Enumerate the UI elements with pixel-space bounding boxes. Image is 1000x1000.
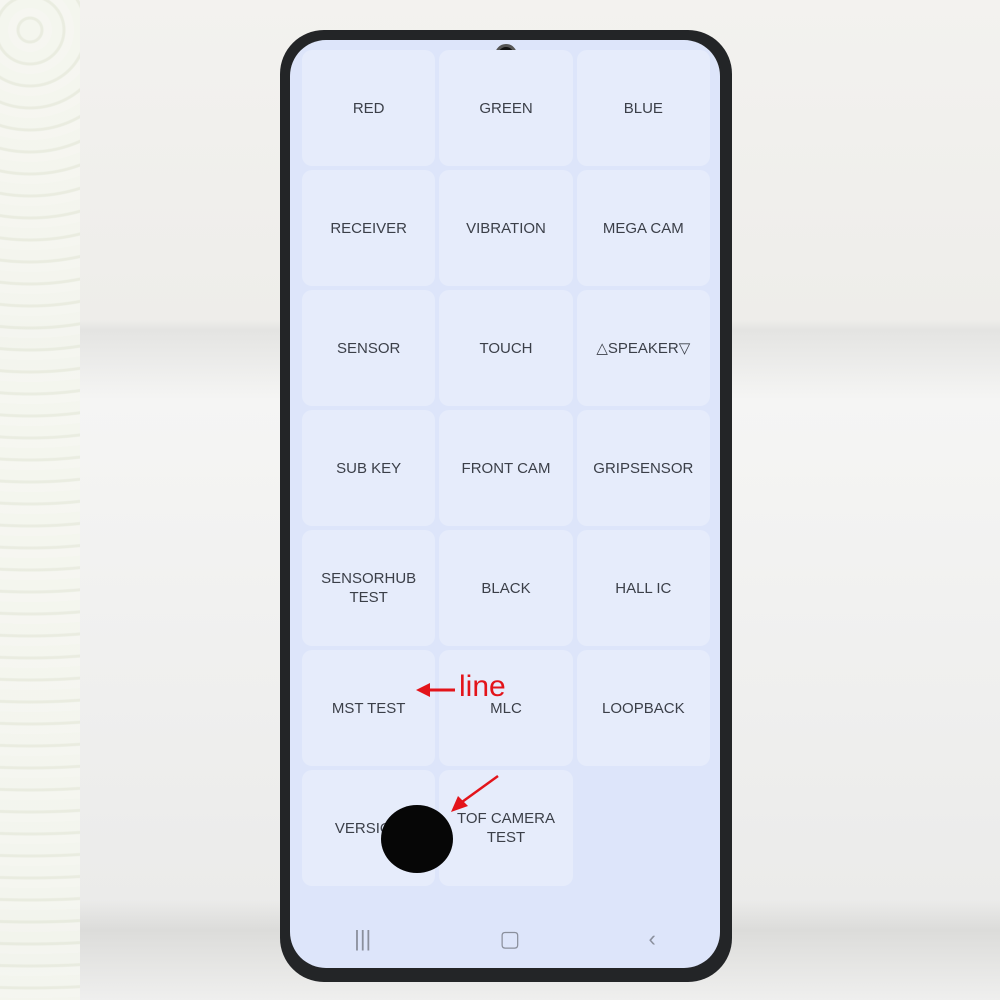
phone-screen: RED GREEN BLUE RECEIVER VIBRATION MEGA C… (290, 40, 720, 968)
test-gripsensor[interactable]: GRIPSENSOR (576, 410, 710, 526)
annotation-line-label: line (459, 670, 506, 703)
test-vibration[interactable]: VIBRATION (439, 170, 573, 286)
test-sensor[interactable]: SENSOR (302, 290, 436, 406)
test-sub-key[interactable]: SUB KEY (302, 410, 436, 526)
test-mega-cam[interactable]: MEGA CAM (576, 170, 710, 286)
test-black[interactable]: BLACK (439, 530, 573, 646)
navigation-bar: ||| ▢ ‹ (290, 924, 720, 954)
home-icon[interactable]: ▢ (500, 926, 521, 952)
test-mlc[interactable]: MLC (439, 650, 573, 766)
empty-cell (577, 770, 710, 886)
test-sensorhub[interactable]: SENSORHUB TEST (302, 530, 436, 646)
test-receiver[interactable]: RECEIVER (302, 170, 436, 286)
phone-body: RED GREEN BLUE RECEIVER VIBRATION MEGA C… (280, 30, 732, 982)
test-red[interactable]: RED (302, 50, 436, 166)
test-hall-ic[interactable]: HALL IC (576, 530, 710, 646)
back-icon[interactable]: ‹ (649, 926, 656, 952)
test-mst[interactable]: MST TEST (302, 650, 436, 766)
test-speaker[interactable]: △SPEAKER▽ (576, 290, 710, 406)
test-tof-camera[interactable]: TOF CAMERA TEST (439, 770, 573, 886)
test-touch[interactable]: TOUCH (439, 290, 573, 406)
test-menu-grid: RED GREEN BLUE RECEIVER VIBRATION MEGA C… (302, 50, 710, 886)
test-green[interactable]: GREEN (439, 50, 573, 166)
test-front-cam[interactable]: FRONT CAM (439, 410, 573, 526)
black-spot-defect (381, 805, 453, 873)
bubble-wrap-background (0, 0, 80, 1000)
test-loopback[interactable]: LOOPBACK (576, 650, 710, 766)
recents-icon[interactable]: ||| (354, 926, 371, 952)
test-blue[interactable]: BLUE (576, 50, 710, 166)
